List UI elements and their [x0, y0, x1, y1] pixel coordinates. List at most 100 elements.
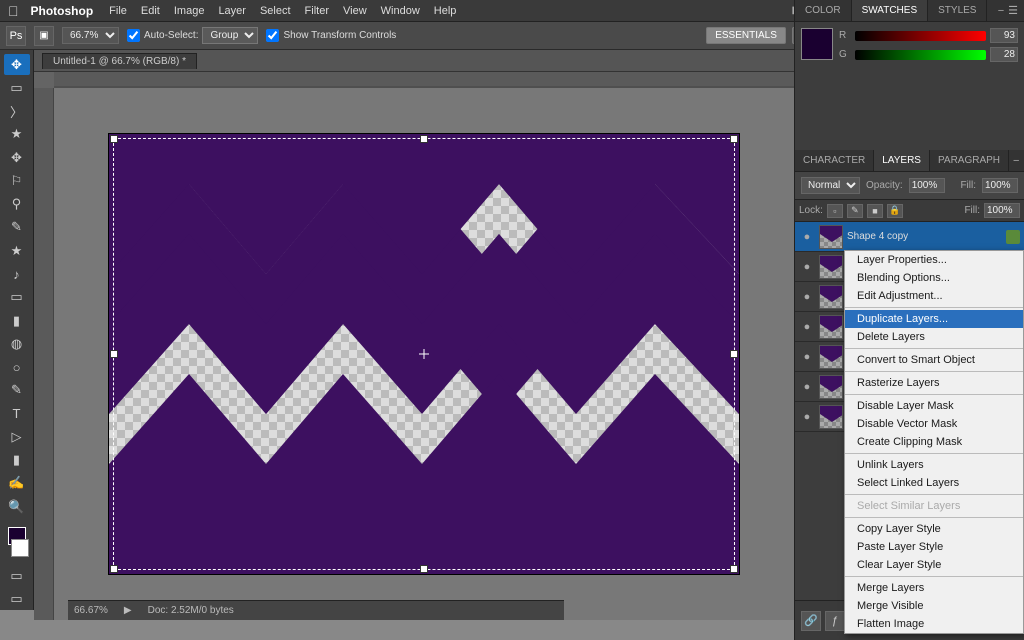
blur-tool[interactable]: ◍	[4, 333, 30, 354]
layer-row[interactable]: ● Shape 4 copy	[795, 222, 1024, 252]
eraser-tool[interactable]: ▭	[4, 287, 30, 308]
document-tabbar: Untitled-1 @ 66.7% (RGB/8) *	[34, 50, 794, 72]
select-rect-tool[interactable]: ▭	[4, 77, 30, 98]
ctx-delete-layers[interactable]: Delete Layers	[845, 328, 1023, 346]
ctx-merge-layers[interactable]: Merge Layers	[845, 579, 1023, 597]
document-tab[interactable]: Untitled-1 @ 66.7% (RGB/8) *	[42, 53, 197, 69]
status-arrow[interactable]: ▶	[124, 605, 132, 616]
path-select-tool[interactable]: ▷	[4, 426, 30, 447]
lasso-tool[interactable]: 〉	[4, 101, 30, 122]
clone-tool[interactable]: ★	[4, 240, 30, 261]
brush-tool[interactable]: ✎	[4, 217, 30, 238]
ctx-disable-layer-mask[interactable]: Disable Layer Mask	[845, 397, 1023, 415]
menu-help[interactable]: Help	[434, 5, 457, 17]
r-value[interactable]	[990, 28, 1018, 43]
tab-styles[interactable]: STYLES	[928, 0, 987, 21]
transform-checkbox[interactable]	[266, 29, 279, 42]
panel-collapse-icon[interactable]: −	[998, 5, 1004, 17]
ctx-duplicate-layers[interactable]: Duplicate Layers...	[845, 310, 1023, 328]
ctx-disable-vector-mask[interactable]: Disable Vector Mask	[845, 415, 1023, 433]
layers-collapse-icon[interactable]: −	[1013, 155, 1019, 167]
ctx-paste-layer-style[interactable]: Paste Layer Style	[845, 538, 1023, 556]
blend-mode-select[interactable]: Normal	[801, 177, 860, 194]
tab-swatches[interactable]: SWATCHES	[852, 0, 929, 21]
eye-icon[interactable]: ●	[799, 379, 815, 395]
text-tool[interactable]: T	[4, 403, 30, 424]
color-swatch-fg[interactable]	[801, 28, 833, 60]
transform-label: Show Transform Controls	[283, 30, 396, 41]
menu-window[interactable]: Window	[381, 5, 420, 17]
menu-image[interactable]: Image	[174, 5, 205, 17]
menu-view[interactable]: View	[343, 5, 367, 17]
eye-icon[interactable]: ●	[799, 289, 815, 305]
screen-mode-btn[interactable]: ▭	[4, 589, 30, 610]
link-layers-btn[interactable]: 🔗	[801, 611, 821, 631]
color-content: R G	[795, 22, 1024, 72]
ctx-select-linked[interactable]: Select Linked Layers	[845, 474, 1023, 492]
lock-position-btn[interactable]: ■	[867, 204, 883, 218]
zoom-tool[interactable]: 🔍	[4, 496, 30, 517]
fill-input[interactable]	[982, 178, 1018, 193]
status-bar: 66.67% ▶ Doc: 2.52M/0 bytes	[68, 600, 564, 620]
ctx-layer-properties[interactable]: Layer Properties...	[845, 251, 1023, 269]
menu-select[interactable]: Select	[260, 5, 291, 17]
layer-thumbnail	[819, 255, 843, 279]
add-style-btn[interactable]: ƒ	[825, 611, 845, 631]
ctx-create-clipping-mask[interactable]: Create Clipping Mask	[845, 433, 1023, 451]
eye-icon[interactable]: ●	[799, 229, 815, 245]
lock-all-btn[interactable]: 🔒	[887, 204, 903, 218]
ctx-copy-layer-style[interactable]: Copy Layer Style	[845, 520, 1023, 538]
menu-edit[interactable]: Edit	[141, 5, 160, 17]
fill-input2[interactable]	[984, 203, 1020, 218]
panel-menu-icon[interactable]: ☰	[1008, 4, 1018, 17]
crop-tool[interactable]: ✥	[4, 147, 30, 168]
eye-icon[interactable]: ●	[799, 349, 815, 365]
lock-transparent-btn[interactable]: ▫	[827, 204, 843, 218]
layer-thumbnail	[819, 345, 843, 369]
eyedropper-tool[interactable]: ⚐	[4, 170, 30, 191]
ctx-clear-layer-style[interactable]: Clear Layer Style	[845, 556, 1023, 574]
ctx-convert-smart[interactable]: Convert to Smart Object	[845, 351, 1023, 369]
ctx-edit-adjustment[interactable]: Edit Adjustment...	[845, 287, 1023, 305]
g-value[interactable]	[990, 47, 1018, 62]
ctx-flatten-image[interactable]: Flatten Image	[845, 615, 1023, 633]
g-slider[interactable]	[855, 50, 986, 60]
dodge-tool[interactable]: ○	[4, 356, 30, 377]
gradient-tool[interactable]: ▮	[4, 310, 30, 331]
eye-icon[interactable]: ●	[799, 319, 815, 335]
menu-file[interactable]: File	[109, 5, 127, 17]
essentials-btn[interactable]: ESSENTIALS	[706, 27, 786, 44]
tab-character[interactable]: CHARACTER	[795, 150, 874, 171]
layer-badge	[1006, 230, 1020, 244]
eye-icon[interactable]: ●	[799, 409, 815, 425]
menu-filter[interactable]: Filter	[305, 5, 329, 17]
ctx-rasterize[interactable]: Rasterize Layers	[845, 374, 1023, 392]
quick-mask-btn[interactable]: ▭	[4, 565, 30, 586]
r-slider[interactable]	[855, 31, 986, 41]
shape-tool[interactable]: ▮	[4, 450, 30, 471]
magic-wand-tool[interactable]: ★	[4, 124, 30, 145]
menu-layer[interactable]: Layer	[218, 5, 246, 17]
move-tool[interactable]: ✥	[4, 54, 30, 75]
history-tool[interactable]: ♪	[4, 263, 30, 284]
ctx-blending-options[interactable]: Blending Options...	[845, 269, 1023, 287]
hand-tool[interactable]: ✍	[4, 473, 30, 494]
opacity-input[interactable]	[909, 178, 945, 193]
auto-select-type[interactable]: Group Layer	[202, 27, 258, 44]
auto-select-checkbox[interactable]	[127, 29, 140, 42]
pen-tool[interactable]: ✎	[4, 380, 30, 401]
heal-tool[interactable]: ⚲	[4, 194, 30, 215]
tab-layers[interactable]: LAYERS	[874, 150, 930, 171]
tab-paragraph[interactable]: PARAGRAPH	[930, 150, 1009, 171]
view-mode-dropdown[interactable]: 66.7%	[62, 27, 119, 44]
opacity-label: Opacity:	[866, 180, 903, 191]
ctx-merge-visible[interactable]: Merge Visible	[845, 597, 1023, 615]
layer-thumbnail	[819, 405, 843, 429]
tab-color[interactable]: COLOR	[795, 0, 852, 21]
eye-icon[interactable]: ●	[799, 259, 815, 275]
ctx-unlink-layers[interactable]: Unlink Layers	[845, 456, 1023, 474]
lock-image-btn[interactable]: ✎	[847, 204, 863, 218]
background-color[interactable]	[11, 539, 29, 557]
apple-icon[interactable]: 	[8, 3, 19, 19]
vertical-ruler	[34, 88, 54, 620]
